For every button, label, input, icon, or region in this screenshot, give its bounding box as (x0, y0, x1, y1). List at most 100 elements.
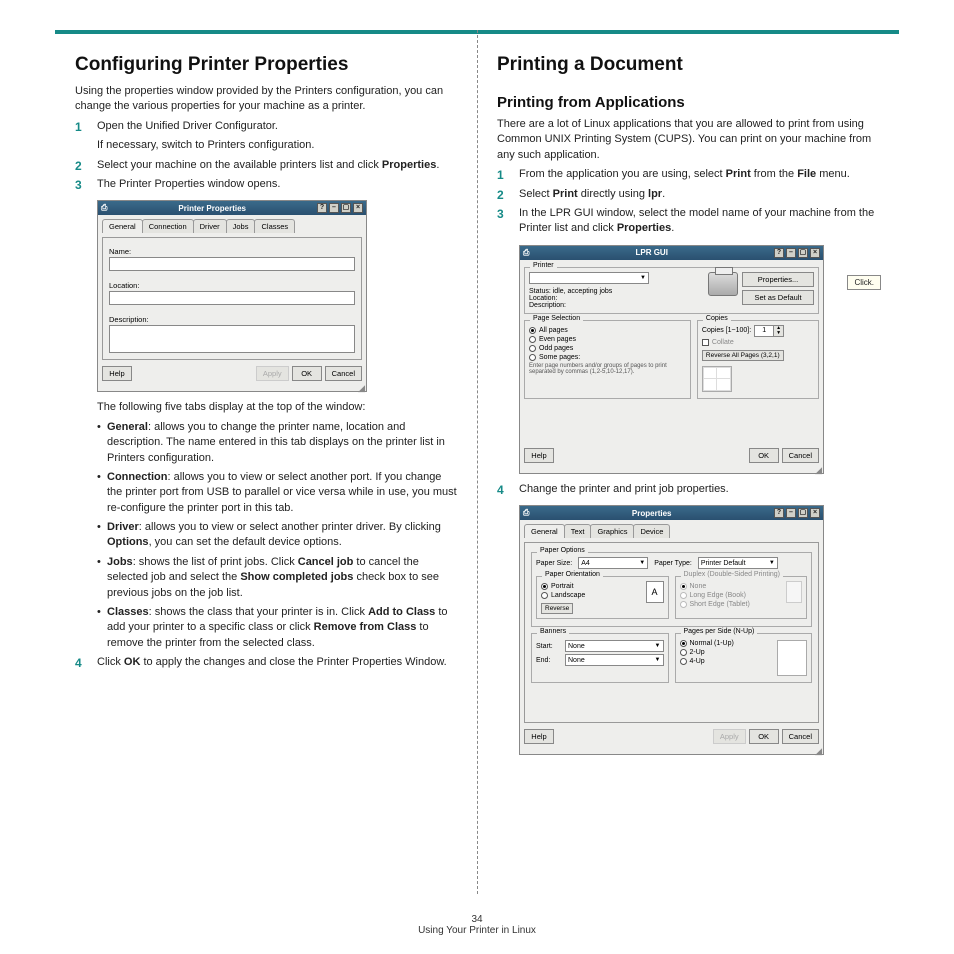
tab-general[interactable]: General (524, 524, 565, 538)
set-default-button[interactable]: Set as Default (742, 290, 814, 305)
minimize-icon[interactable]: – (786, 248, 796, 258)
step1-text: Open the Unified Driver Configurator. (97, 120, 278, 132)
heading-printing-apps: Printing from Applications (497, 94, 879, 111)
apply-button[interactable]: Apply (713, 729, 746, 744)
label-classes: Classes (107, 606, 149, 618)
tab-connection[interactable]: Connection (142, 219, 194, 233)
minimize-icon[interactable]: – (786, 508, 796, 518)
section-title: Using Your Printer in Linux (0, 925, 954, 936)
resize-grip[interactable]: ◢ (520, 748, 823, 754)
maximize-icon[interactable]: ▢ (798, 248, 808, 258)
radio-1up[interactable]: Normal (1-Up) (680, 640, 774, 647)
ok-button[interactable]: OK (749, 448, 779, 463)
paper-type-label: Paper Type: (654, 560, 692, 567)
minimize-icon[interactable]: – (329, 203, 339, 213)
apply-button[interactable]: Apply (256, 366, 289, 381)
cancel-button[interactable]: Cancel (325, 366, 362, 381)
name-input[interactable] (109, 257, 355, 271)
radio-some[interactable]: Some pages: (529, 354, 686, 361)
step3: 3The Printer Properties window opens. (75, 177, 457, 192)
right-column: Printing a Document Printing from Applic… (477, 30, 899, 900)
reverse-orientation[interactable]: Reverse (541, 603, 573, 614)
description-input[interactable] (109, 325, 355, 353)
paper-type-combo[interactable]: Printer Default▼ (698, 557, 778, 569)
rstep2: 2 Select Print directly using lpr. (497, 187, 879, 202)
location-row: Location: (529, 295, 704, 302)
resize-grip[interactable]: ◢ (520, 467, 823, 473)
printer-group: Printer ▼ Status: idle, accepting jobs L… (524, 267, 819, 314)
tab-jobs[interactable]: Jobs (226, 219, 256, 233)
orientation-group: Paper Orientation Portrait Landscape Rev… (536, 576, 669, 619)
radio-2up[interactable]: 2-Up (680, 649, 774, 656)
desc-jobs: Jobs: shows the list of print jobs. Clic… (97, 555, 457, 601)
radio-long-edge[interactable]: Long Edge (Book) (680, 592, 783, 599)
tab-graphics[interactable]: Graphics (590, 524, 634, 538)
radio-landscape[interactable]: Landscape (541, 592, 642, 599)
maximize-icon[interactable]: ▢ (798, 508, 808, 518)
printer-icon (708, 272, 738, 296)
rstep3: 3 In the LPR GUI window, select the mode… (497, 206, 879, 237)
help-button-icon[interactable]: ? (317, 203, 327, 213)
app-icon: ⎙ (523, 508, 529, 518)
cancel-button[interactable]: Cancel (782, 729, 819, 744)
tab-classes[interactable]: Classes (254, 219, 295, 233)
help-button[interactable]: Help (524, 448, 554, 463)
copies-spinner[interactable]: 1▲▼ (754, 325, 784, 337)
page-number: 34 (0, 914, 954, 925)
location-input[interactable] (109, 291, 355, 305)
desc-driver: Driver: allows you to view or select ano… (97, 520, 457, 551)
cancel-button[interactable]: Cancel (782, 448, 819, 463)
maximize-icon[interactable]: ▢ (341, 203, 351, 213)
radio-odd[interactable]: Odd pages (529, 345, 686, 352)
tab-driver[interactable]: Driver (193, 219, 227, 233)
help-button-icon[interactable]: ? (774, 508, 784, 518)
click-callout: Click. (847, 275, 881, 290)
properties-window: ⎙ Properties ? – ▢ × General Text Graphi… (519, 505, 824, 755)
page-hint: Enter page numbers and/or groups of page… (529, 363, 686, 375)
collate-preview-icon (702, 366, 732, 392)
banners-group: Banners Start: None▼ End: None▼ (531, 633, 669, 683)
radio-even[interactable]: Even pages (529, 336, 686, 343)
step2-part-c: . (436, 159, 439, 171)
duplex-group: Duplex (Double-Sided Printing) None Long… (675, 576, 808, 619)
tabs-intro: The following five tabs display at the t… (75, 400, 457, 415)
radio-none[interactable]: None (680, 583, 783, 590)
description-row: Description: (529, 302, 704, 309)
printer-combo[interactable]: ▼ (529, 272, 649, 284)
radio-all[interactable]: All pages (529, 327, 686, 334)
radio-short-edge[interactable]: Short Edge (Tablet) (680, 601, 783, 608)
tab-general[interactable]: General (102, 219, 143, 233)
step1: 1Open the Unified Driver Configurator. (75, 119, 457, 134)
desc-connection: Connection: allows you to view or select… (97, 470, 457, 516)
close-icon[interactable]: × (353, 203, 363, 213)
window-title: LPR GUI (635, 248, 667, 257)
tab-text[interactable]: Text (564, 524, 592, 538)
lpr-gui-window: ⎙ LPR GUI ? – ▢ × Printer ▼ (519, 245, 824, 474)
ok-button[interactable]: OK (749, 729, 779, 744)
properties-button[interactable]: Properties... (742, 272, 814, 287)
help-button-icon[interactable]: ? (774, 248, 784, 258)
resize-grip[interactable]: ◢ (98, 385, 366, 391)
options-bold: Options (107, 536, 149, 548)
help-button[interactable]: Help (524, 729, 554, 744)
name-label: Name: (109, 247, 355, 256)
reverse-check[interactable]: Reverse All Pages (3,2,1) (702, 350, 784, 361)
collate-check[interactable]: Collate (702, 339, 814, 346)
tab-device[interactable]: Device (633, 524, 670, 538)
step2-part-a: Select your machine on the available pri… (97, 159, 382, 171)
close-icon[interactable]: × (810, 508, 820, 518)
end-combo[interactable]: None▼ (565, 654, 664, 666)
close-icon[interactable]: × (810, 248, 820, 258)
start-combo[interactable]: None▼ (565, 640, 664, 652)
titlebar: ⎙ Printer Properties ? – ▢ × (98, 201, 366, 215)
ok-button[interactable]: OK (292, 366, 322, 381)
page-selection-group: Page Selection All pages Even pages Odd … (524, 320, 691, 399)
intro-left: Using the properties window provided by … (75, 84, 457, 115)
radio-portrait[interactable]: Portrait (541, 583, 642, 590)
help-button[interactable]: Help (102, 366, 132, 381)
paper-size-combo[interactable]: A4▼ (578, 557, 648, 569)
intro-right: There are a lot of Linux applications th… (497, 117, 879, 163)
radio-4up[interactable]: 4-Up (680, 658, 774, 665)
tab-panel: Name: Location: Description: (102, 237, 362, 360)
tab-row: General Connection Driver Jobs Classes (102, 219, 362, 233)
